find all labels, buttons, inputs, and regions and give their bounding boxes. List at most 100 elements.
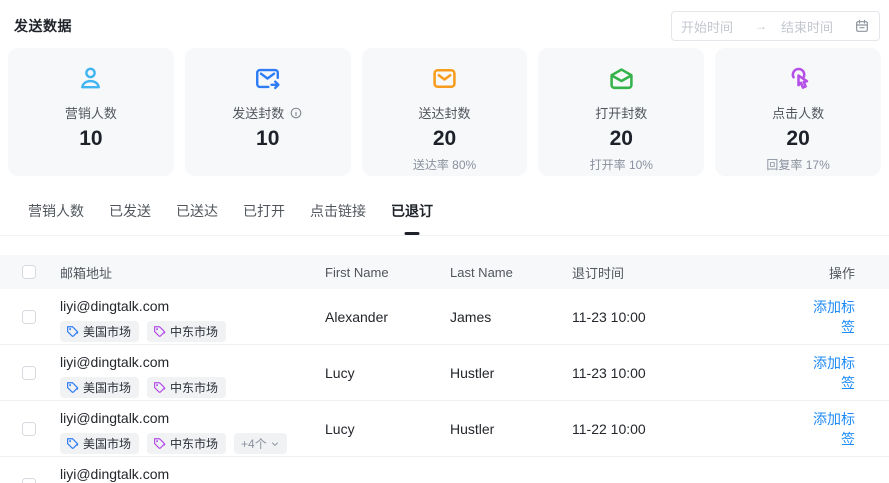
stat-value: 20	[715, 127, 881, 151]
tab-item[interactable]: 已发送	[109, 197, 151, 235]
tag-line: 美国市场中东市场	[60, 321, 325, 342]
stat-label: 点击人数	[772, 103, 824, 122]
stat-sub-rate: 打开率 10%	[538, 156, 704, 173]
unsubscribe-time-cell: 11-23 10:00	[572, 365, 802, 381]
email-cell: liyi@dingtalk.com	[60, 457, 325, 483]
stat-label: 打开封数	[595, 103, 647, 122]
info-icon[interactable]	[289, 106, 303, 120]
stat-value: 10	[185, 127, 351, 151]
tag-chip: 中东市场	[147, 321, 226, 342]
tag-chip: 美国市场	[60, 321, 139, 342]
stat-sub-rate: 送达率 80%	[362, 156, 528, 173]
last-name-cell: Hustler	[450, 365, 572, 381]
tab-item[interactable]: 已退订	[391, 197, 433, 235]
action-cell: 添加标签	[802, 409, 889, 449]
column-header-last-name: Last Name	[450, 265, 572, 280]
row-checkbox[interactable]	[22, 478, 36, 483]
add-tag-link[interactable]: 添加标签	[813, 299, 855, 335]
stat-value: 10	[8, 127, 174, 151]
stat-label: 发送封数	[232, 103, 284, 122]
unsubscribe-time-cell: 11-23 10:00	[572, 309, 802, 325]
user-icon	[8, 63, 174, 93]
email-address: liyi@dingtalk.com	[60, 410, 325, 427]
more-tags-chip[interactable]: +4个	[234, 433, 287, 454]
email-address: liyi@dingtalk.com	[60, 354, 325, 371]
add-tag-link[interactable]: 添加标签	[813, 411, 855, 447]
tag-label: 美国市场	[83, 323, 131, 340]
tag-icon	[153, 381, 166, 394]
tap-icon	[715, 63, 881, 93]
tag-chip: 美国市场	[60, 377, 139, 398]
first-name-cell: Lucy	[325, 365, 450, 381]
more-tags-label: +4个	[241, 435, 267, 452]
stat-sub-rate: 回复率 17%	[715, 156, 881, 173]
tag-chip: 中东市场	[147, 377, 226, 398]
tag-icon	[66, 381, 79, 394]
first-name-cell: Lucy	[325, 421, 450, 437]
tab-item[interactable]: 营销人数	[28, 197, 84, 235]
unsubscribe-time-cell: 11-22 10:00	[572, 421, 802, 437]
email-cell: liyi@dingtalk.com 美国市场 中东市场 +4个	[60, 401, 325, 456]
stat-card: 打开封数 20 打开率 10%	[538, 48, 704, 176]
stat-card: 营销人数 10	[8, 48, 174, 176]
last-name-cell: James	[450, 309, 572, 325]
column-header-unsubscribe-time: 退订时间	[572, 263, 802, 282]
row-checkbox[interactable]	[22, 366, 36, 380]
stat-value: 20	[362, 127, 528, 151]
page-title: 发送数据	[14, 16, 72, 36]
first-name-cell: Alexander	[325, 309, 450, 325]
tab-item[interactable]: 已打开	[243, 197, 285, 235]
email-cell: liyi@dingtalk.com 美国市场中东市场	[60, 289, 325, 344]
tag-label: 中东市场	[170, 435, 218, 452]
email-cell: liyi@dingtalk.com 美国市场 中东市场	[60, 345, 325, 400]
table-row: liyi@dingtalk.com 美国市场 中东市场 +4个 Lucy Hustl…	[0, 401, 889, 457]
column-header-action: 操作	[802, 263, 889, 282]
last-name-cell: Hustler	[450, 421, 572, 437]
tag-icon	[153, 437, 166, 450]
start-time-input[interactable]: 开始时间	[681, 17, 733, 36]
stat-label: 送达封数	[418, 103, 470, 122]
stats-row: 营销人数 10 发送封数 10 送达封数 20 送达率 80% 打	[8, 48, 881, 176]
tag-label: 美国市场	[83, 379, 131, 396]
tab-item[interactable]: 已送达	[176, 197, 218, 235]
mail-closed-icon	[362, 63, 528, 93]
tag-chip: 美国市场	[60, 433, 139, 454]
row-checkbox[interactable]	[22, 422, 36, 436]
tag-icon	[66, 325, 79, 338]
send-data-page: 发送数据 开始时间 → 结束时间 营销人数 10 发送封数	[0, 0, 889, 483]
action-cell: 添加标签	[802, 353, 889, 393]
row-checkbox[interactable]	[22, 310, 36, 324]
add-tag-link[interactable]: 添加标签	[813, 355, 855, 391]
stat-card: 发送封数 10	[185, 48, 351, 176]
tag-line: 美国市场 中东市场 +4个	[60, 433, 325, 454]
calendar-icon[interactable]	[854, 18, 870, 34]
tag-label: 中东市场	[170, 379, 218, 396]
email-address: liyi@dingtalk.com	[60, 466, 325, 483]
send-mail-icon	[185, 63, 351, 93]
tag-icon	[153, 325, 166, 338]
tab-item[interactable]: 点击链接	[310, 197, 366, 235]
tab-bar: 营销人数 已发送 已送达 已打开 点击链接 已退订	[0, 197, 889, 236]
stat-value: 20	[538, 127, 704, 151]
topbar: 发送数据 开始时间 → 结束时间	[0, 0, 889, 42]
date-range-picker[interactable]: 开始时间 → 结束时间	[671, 11, 880, 41]
table-row: liyi@dingtalk.com 美国市场中东市场 Lucy Hustler …	[0, 345, 889, 401]
header-checkbox-cell	[0, 265, 60, 279]
table-row: liyi@dingtalk.com 美国市场中东市场 Alexander Jam…	[0, 289, 889, 345]
tag-line: 美国市场 中东市场	[60, 377, 325, 398]
table-header-row: 邮箱地址 First Name Last Name 退订时间 操作	[0, 255, 889, 289]
stat-card: 送达封数 20 送达率 80%	[362, 48, 528, 176]
mail-open-icon	[538, 63, 704, 93]
action-cell: 添加标签	[802, 297, 889, 337]
email-address: liyi@dingtalk.com	[60, 298, 325, 315]
range-arrow-icon: →	[755, 19, 767, 33]
end-time-input[interactable]: 结束时间	[781, 17, 833, 36]
chevron-down-icon	[270, 439, 280, 449]
tag-chip: 中东市场	[147, 433, 226, 454]
tag-label: 美国市场	[83, 435, 131, 452]
table-body: liyi@dingtalk.com 美国市场中东市场 Alexander Jam…	[0, 289, 889, 483]
stat-card: 点击人数 20 回复率 17%	[715, 48, 881, 176]
select-all-checkbox[interactable]	[22, 265, 36, 279]
column-header-first-name: First Name	[325, 265, 450, 280]
tag-icon	[66, 437, 79, 450]
